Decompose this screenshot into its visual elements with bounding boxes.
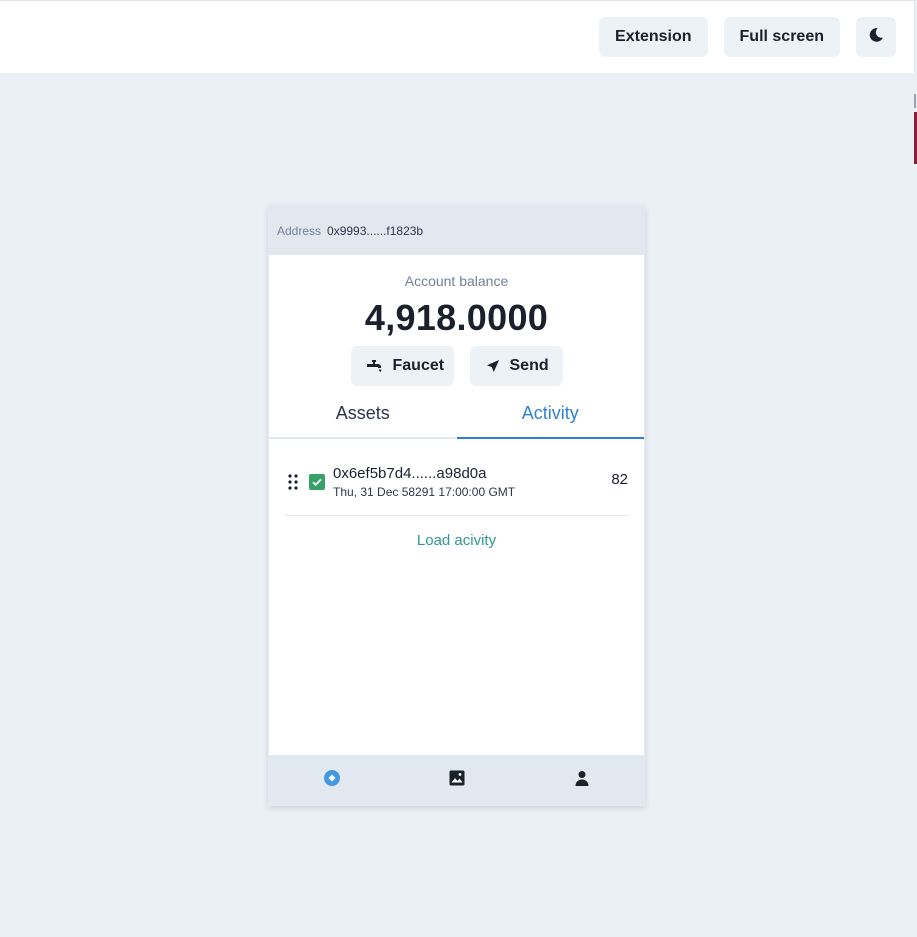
load-activity-link[interactable]: Load acivity <box>269 532 644 549</box>
nav-account[interactable] <box>562 760 602 800</box>
tab-activity[interactable]: Activity <box>456 399 645 439</box>
faucet-button[interactable]: Faucet <box>350 346 454 386</box>
nav-wallet[interactable] <box>312 760 352 800</box>
address-bar: Address 0x9993......f1823b <box>269 206 644 255</box>
moon-icon <box>868 27 884 48</box>
user-icon <box>574 770 590 791</box>
send-label: Send <box>509 357 549 374</box>
extension-button[interactable]: Extension <box>599 17 708 57</box>
transaction-info: 0x6ef5b7d4......a98d0a Thu, 31 Dec 58291… <box>333 465 515 499</box>
action-buttons: Faucet Send <box>269 346 644 386</box>
drag-handle-icon[interactable] <box>287 473 301 491</box>
balance-value: 4,918.0000 <box>364 297 549 338</box>
bottom-nav <box>269 755 644 805</box>
balance-label: Account balance <box>404 273 509 289</box>
tab-assets[interactable]: Assets <box>269 399 457 437</box>
image-icon <box>449 770 465 791</box>
fullscreen-button[interactable]: Full screen <box>723 17 840 57</box>
scroll-edge-tick <box>914 94 916 108</box>
transaction-hash[interactable]: 0x6ef5b7d4......a98d0a <box>333 465 515 482</box>
wallet-tabs: Assets Activity <box>269 399 644 439</box>
top-bar: Extension Full screen <box>0 0 915 73</box>
check-icon <box>309 474 325 490</box>
nav-gallery[interactable] <box>437 760 477 800</box>
faucet-icon <box>366 359 383 373</box>
activity-list-item[interactable]: 0x6ef5b7d4......a98d0a Thu, 31 Dec 58291… <box>285 459 628 516</box>
send-button[interactable]: Send <box>469 346 563 386</box>
theme-toggle-button[interactable] <box>856 17 896 57</box>
address-value[interactable]: 0x9993......f1823b <box>327 224 423 238</box>
send-icon <box>486 359 500 373</box>
transaction-amount: 82 <box>611 471 628 488</box>
address-label: Address <box>277 223 322 238</box>
wallet-icon <box>323 769 341 792</box>
faucet-label: Faucet <box>392 357 445 374</box>
transaction-time: Thu, 31 Dec 58291 17:00:00 GMT <box>333 485 516 499</box>
wallet-card: Address 0x9993......f1823b Account balan… <box>268 205 645 806</box>
